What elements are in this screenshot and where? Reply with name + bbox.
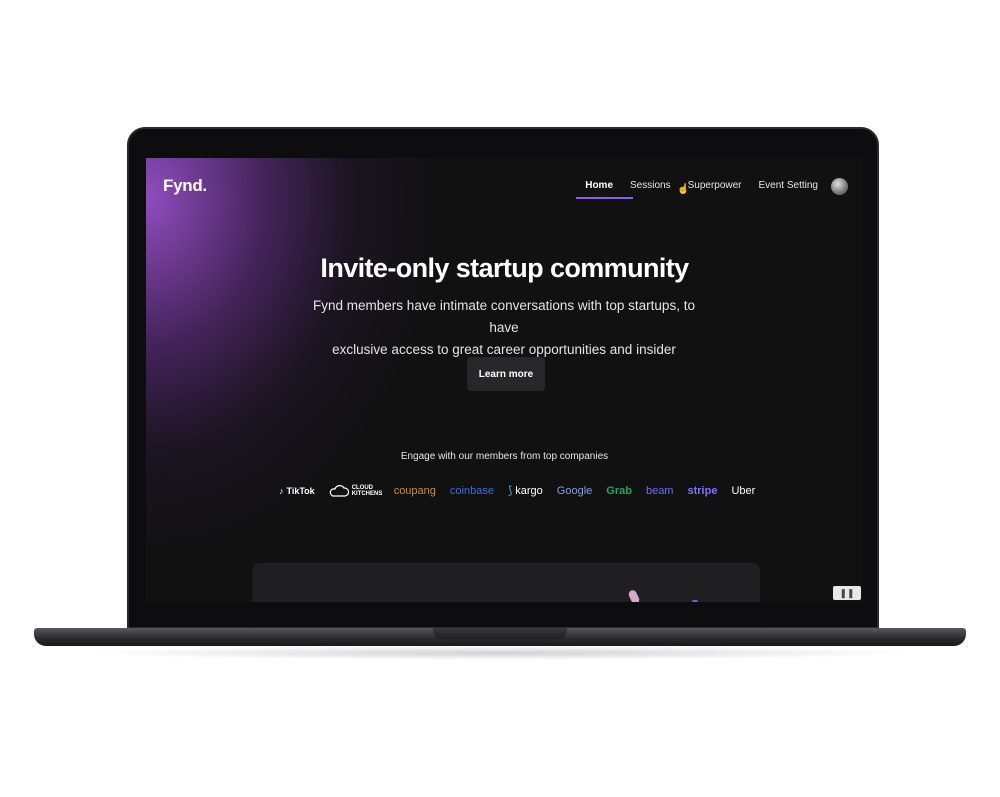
laptop-shadow — [80, 646, 920, 660]
beam-logo: beam — [645, 484, 674, 497]
company-logos: ♪ TikTok CLOUD KITCHENS coupang coinbase … — [279, 484, 756, 498]
laptop-notch — [433, 628, 567, 639]
kargo-icon: ⟆ — [507, 485, 513, 497]
kargo-logo: ⟆ kargo — [507, 484, 543, 498]
hero-title: Invite-only startup community — [320, 253, 689, 283]
tiktok-logo: ♪ TikTok — [279, 485, 315, 496]
nav-event-setting[interactable]: Event Setting — [759, 180, 818, 191]
learn-more-button[interactable]: Learn more — [467, 357, 545, 391]
hero-subtitle-line-1: Fynd members have intimate conversations… — [313, 298, 695, 335]
nav-superpower[interactable]: Superpower — [688, 180, 742, 191]
stripe-logo: stripe — [687, 484, 718, 497]
cloud-icon — [329, 484, 349, 497]
google-logo: Google — [556, 484, 593, 497]
uber-logo: Uber — [731, 484, 756, 497]
feature-card — [252, 563, 760, 602]
pause-control-icon[interactable]: ❚❚ — [833, 586, 861, 600]
card-illustration-accent — [692, 600, 698, 602]
top-nav: Home Sessions Superpower Event Setting — [576, 180, 818, 199]
brand-logo[interactable]: Fynd. — [163, 176, 207, 196]
nav-home[interactable]: Home — [576, 180, 633, 199]
nav-sessions[interactable]: Sessions — [630, 180, 671, 191]
coupang-logo: coupang — [393, 484, 436, 497]
companies-heading: Engage with our members from top compani… — [400, 451, 609, 462]
coinbase-logo: coinbase — [449, 484, 494, 497]
tiktok-icon: ♪ — [279, 485, 284, 496]
laptop-screen: Fynd. Home Sessions Superpower Event Set… — [146, 158, 863, 602]
hand-cursor-icon: ☝ — [677, 184, 690, 195]
avatar[interactable] — [831, 178, 848, 195]
cloud-kitchens-logo: CLOUD KITCHENS — [329, 484, 382, 497]
grab-logo: Grab — [606, 484, 632, 497]
